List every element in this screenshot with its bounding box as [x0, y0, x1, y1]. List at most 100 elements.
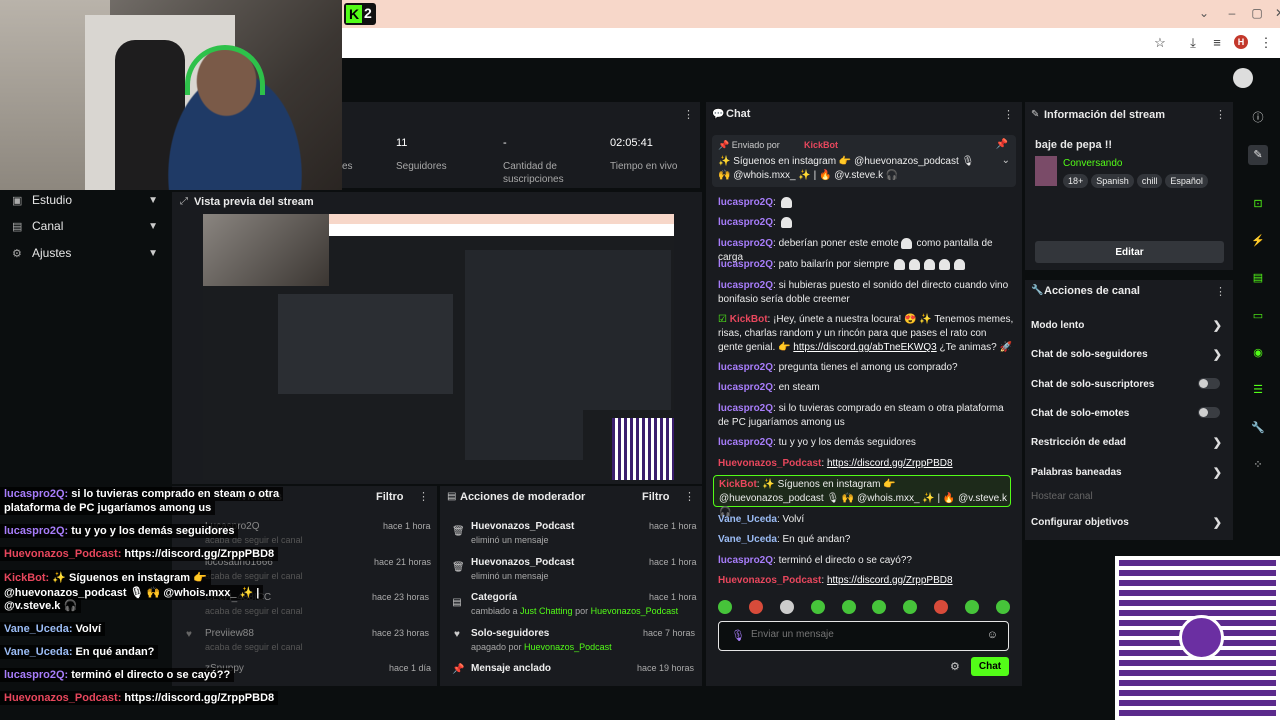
nav-item-canal[interactable]: ▤ Canal ▼ — [0, 215, 170, 237]
moderator-actions-panel — [440, 486, 702, 686]
chat-message: lucaspro2Q: si lo tuvieras comprado en s… — [718, 403, 1004, 428]
moderator-filter[interactable]: Filtro — [642, 491, 670, 503]
pin-icon[interactable]: 📌 — [996, 139, 1008, 150]
emote-icon[interactable] — [903, 600, 918, 614]
tab-search-icon[interactable]: ⌄ — [1194, 6, 1214, 20]
pinned-message[interactable]: 📌 Enviado por KickBot ✨ Síguenos en inst… — [712, 135, 1016, 187]
mod-action-sub: eliminó un mensaje — [471, 571, 549, 581]
edit-button[interactable]: Editar — [1035, 241, 1224, 263]
stat-followers-label: Seguidores — [396, 161, 447, 172]
overlay-line: lucaspro2Q: tu y yo y los demás seguidor… — [0, 524, 239, 538]
reading-list-icon[interactable]: ≡ — [1209, 35, 1225, 51]
action-age-restriction[interactable]: Restricción de edad ❯ — [1031, 437, 1226, 449]
browser-menu-icon[interactable]: ⋮ — [1258, 35, 1274, 51]
overlay-line: Huevonazos_Podcast: https://discord.gg/Z… — [0, 547, 279, 561]
action-banned-words[interactable]: Palabras baneadas ❯ — [1031, 467, 1226, 479]
info-icon[interactable]: ⓘ — [1248, 108, 1268, 128]
chat-icon[interactable]: ▭ — [1248, 306, 1268, 326]
minimize-icon[interactable]: – — [1222, 6, 1242, 20]
broadcast-icon[interactable]: ◉ — [1248, 343, 1268, 363]
emoji-icon[interactable]: ☺ — [987, 629, 998, 641]
chat-more-icon[interactable]: ⋮ — [1003, 108, 1014, 121]
activity-more-icon[interactable]: ⋮ — [418, 490, 429, 503]
bookmark-star-icon[interactable]: ☆ — [1152, 35, 1168, 51]
address-bar[interactable] — [342, 28, 1280, 58]
chevron-down-icon[interactable]: ⌄ — [1002, 155, 1010, 166]
layout-icon[interactable]: ☰ — [1248, 380, 1268, 400]
expand-icon[interactable]: ⤢ — [180, 196, 188, 207]
actions-more-icon[interactable]: ⋮ — [1215, 285, 1226, 298]
action-emotes-only[interactable]: Chat de solo-emotes — [1031, 407, 1226, 419]
action-host-channel[interactable]: Hostear canal — [1031, 491, 1226, 502]
user-avatar[interactable] — [1233, 68, 1253, 88]
category-name[interactable]: Conversando — [1063, 158, 1122, 169]
mod-action-time: hace 19 horas — [637, 663, 695, 673]
channel-actions-title: Acciones de canal — [1044, 285, 1140, 297]
emote-icon[interactable] — [872, 600, 887, 614]
emote-icon[interactable] — [779, 600, 794, 614]
moderator-more-icon[interactable]: ⋮ — [684, 490, 695, 503]
preview-chat — [465, 250, 583, 460]
pinned-text-2: 🙌 @whois.mxx_ ✨ | 🔥 @v.steve.k 🎧 — [718, 170, 899, 181]
action-goals[interactable]: Configurar objetivos ❯ — [1031, 517, 1226, 529]
emote-icon[interactable] — [965, 600, 979, 614]
chat-bubble-icon: 💬 — [712, 109, 725, 120]
chat-input-box[interactable]: 🎙 ☺ — [718, 621, 1009, 651]
emote-icon[interactable] — [718, 600, 732, 614]
chat-input[interactable] — [751, 629, 971, 640]
chat-message: lucaspro2Q: en steam — [718, 382, 820, 393]
stream-info-title: Información del stream — [1044, 109, 1166, 121]
emote-bar — [718, 600, 1010, 616]
emote-icon[interactable] — [934, 600, 949, 614]
chevron-right-icon: ❯ — [1212, 320, 1222, 332]
document-icon[interactable]: ▤ — [1248, 268, 1268, 288]
maximize-icon[interactable]: ▢ — [1247, 6, 1267, 20]
close-window-icon[interactable]: ✕ — [1270, 6, 1280, 20]
wrench-icon: 🔧 — [1031, 285, 1044, 296]
emote-icon — [780, 196, 792, 208]
right-sidebar — [1236, 102, 1280, 562]
focus-icon[interactable]: ⊡ — [1248, 194, 1268, 214]
nav-item-estudio[interactable]: ▣ Estudio ▼ — [0, 189, 170, 211]
action-slow-mode[interactable]: Modo lento ❯ — [1031, 320, 1226, 332]
emote-icon[interactable] — [748, 600, 763, 614]
action-subs-only[interactable]: Chat de solo-suscriptores — [1031, 378, 1226, 390]
gear-icon[interactable]: ⚙ — [950, 660, 960, 673]
kick-logo-icon: K — [346, 5, 362, 23]
stream-preview-image[interactable] — [203, 214, 674, 480]
activity-time: hace 1 día — [389, 663, 432, 673]
stats-more-icon[interactable]: ⋮ — [683, 108, 694, 121]
apps-icon[interactable]: ⁘ — [1248, 455, 1268, 475]
stat-subs-value: - — [503, 137, 507, 149]
trash-icon: 🗑 — [452, 562, 465, 573]
info-more-icon[interactable]: ⋮ — [1215, 108, 1226, 121]
overlay-line: plataforma de PC jugaríamos among us — [0, 501, 216, 515]
edit-icon[interactable]: ✎ — [1248, 145, 1268, 165]
send-chat-button[interactable]: Chat — [971, 657, 1009, 676]
action-followers-only[interactable]: Chat de solo-seguidores ❯ — [1031, 349, 1226, 361]
emote-icon[interactable] — [995, 600, 1010, 614]
emote-icon[interactable] — [841, 600, 856, 614]
preview-addressbar — [329, 224, 674, 236]
emote-icon[interactable] — [810, 600, 825, 614]
subs-only-toggle[interactable] — [1198, 378, 1220, 389]
nav-label: Ajustes — [32, 246, 72, 260]
chat-message: Vane_Uceda: En qué andan? — [718, 534, 851, 545]
preview-webcam — [203, 214, 329, 286]
studio-icon: ▣ — [12, 194, 23, 207]
nav-item-ajustes[interactable]: ⚙ Ajustes ▼ — [0, 242, 170, 264]
profile-avatar[interactable]: H — [1234, 35, 1248, 49]
wrench-icon[interactable]: 🔧 — [1248, 418, 1268, 438]
mod-action-title: Categoría — [471, 592, 518, 603]
emotes-only-toggle[interactable] — [1198, 407, 1220, 418]
pinned-user: KickBot — [804, 140, 839, 150]
activity-filter[interactable]: Filtro — [376, 491, 404, 503]
pinned-by-label: 📌 Enviado por — [718, 140, 780, 150]
stat-live-value: 02:05:41 — [610, 137, 653, 149]
bolt-icon[interactable]: ⚡ — [1248, 231, 1268, 251]
mod-action-sub: eliminó un mensaje — [471, 535, 549, 545]
mod-action-title: Huevonazos_Podcast — [471, 521, 575, 532]
activity-sub: acaba de seguir el canal — [205, 642, 303, 652]
tag: Spanish — [1091, 174, 1134, 188]
download-icon[interactable]: ⤓ — [1185, 35, 1201, 51]
